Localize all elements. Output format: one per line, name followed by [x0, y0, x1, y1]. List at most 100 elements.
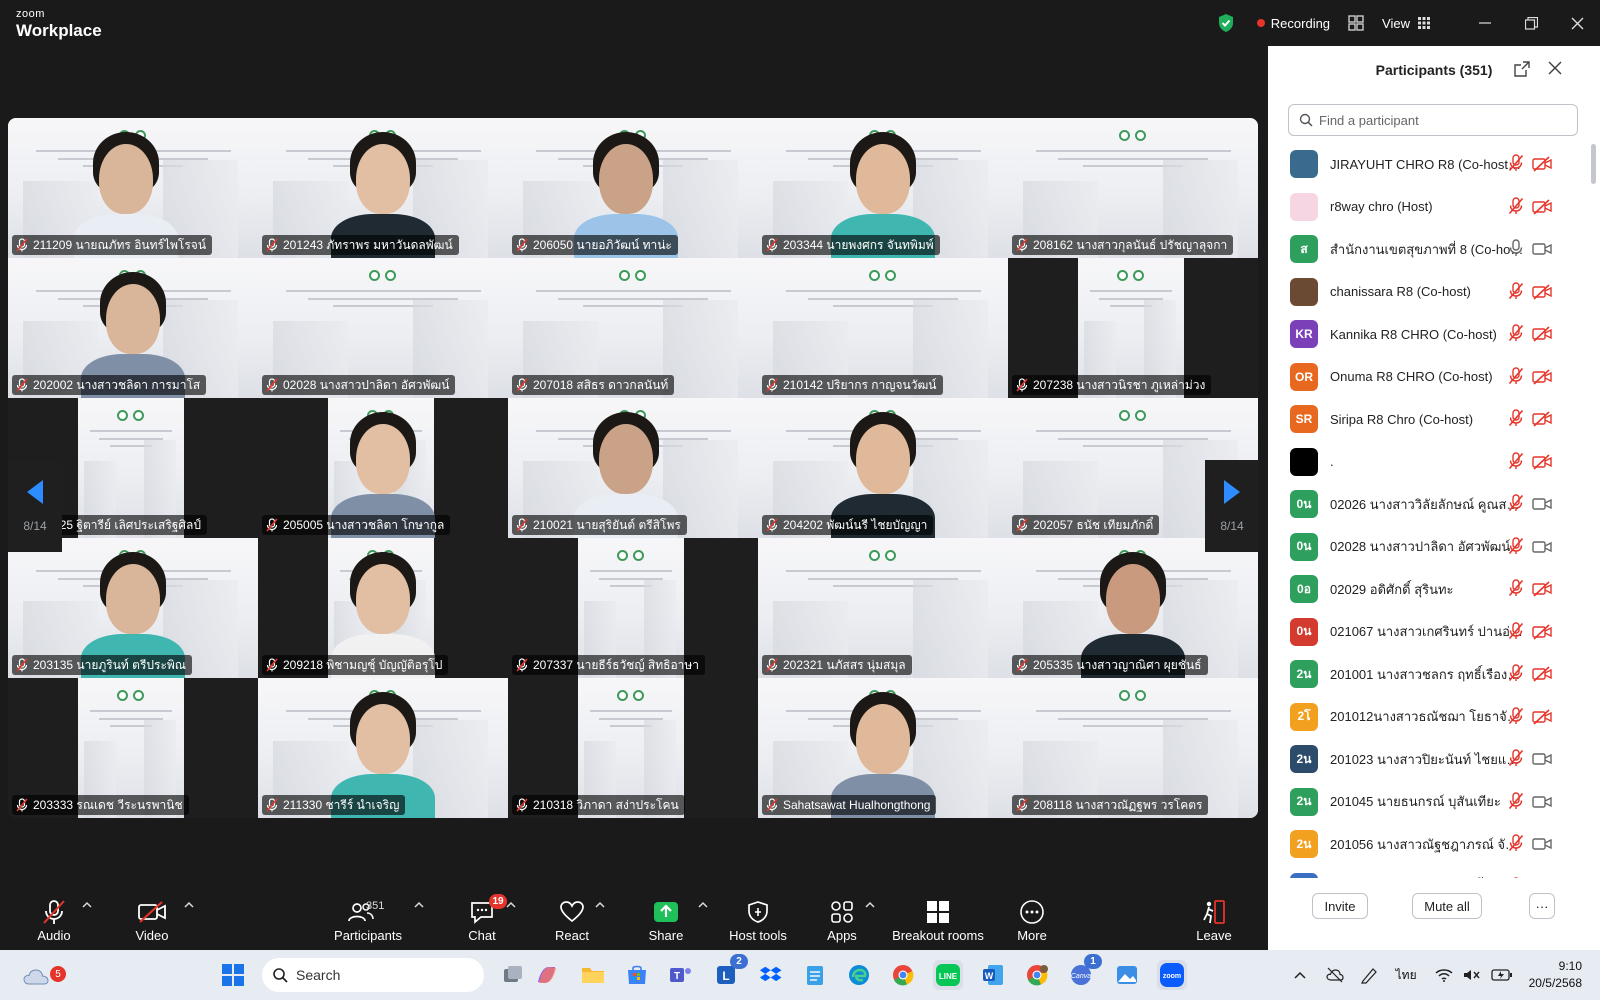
view-button[interactable]: View — [1382, 16, 1430, 31]
line-app[interactable]: LINE — [933, 960, 963, 990]
word-app[interactable]: W — [978, 960, 1008, 990]
recording-indicator[interactable]: Recording — [1256, 16, 1330, 31]
notepad-app[interactable] — [800, 960, 830, 990]
participant-row[interactable]: 2น 201001 นางสาวชลกร ฤทธิ์เรืองนาม — [1268, 653, 1600, 696]
video-tile[interactable]: 205335 นางสาวญาณิศา ผุยชันธ์ — [1008, 538, 1258, 678]
copilot-app[interactable] — [532, 960, 562, 990]
react-options-chevron-icon[interactable] — [595, 901, 605, 909]
participant-mic-status[interactable] — [1508, 664, 1524, 687]
file-explorer-app[interactable] — [578, 960, 608, 990]
video-tile[interactable]: 211209 นายณภัทร อินทร์ไพโรจน์ — [8, 118, 258, 258]
video-tile[interactable]: 207018 สสิธร ดาวกลนันท์ — [508, 258, 758, 398]
participant-row[interactable]: SR Siripa R8 Chro (Co-host) — [1268, 398, 1600, 441]
weather-widget[interactable]: 5 — [18, 960, 66, 990]
participant-row[interactable]: 201089 นางสาวรังสินี ใสเสี้ยว — [1268, 866, 1600, 878]
participant-row[interactable]: r8way chro (Host) — [1268, 186, 1600, 229]
previous-page-button[interactable]: 8/14 — [8, 460, 62, 552]
participant-row[interactable]: KR Kannika R8 CHRO (Co-host) — [1268, 313, 1600, 356]
pen-input-icon[interactable] — [1360, 966, 1380, 984]
zoom-app[interactable]: zoom — [1157, 960, 1187, 990]
participant-mic-status[interactable] — [1508, 749, 1524, 772]
teams-app[interactable]: T — [666, 960, 696, 990]
video-tile[interactable]: 206050 นายอภิวัฒน์ ทาน่ะ — [508, 118, 758, 258]
participant-mic-status[interactable] — [1508, 621, 1524, 645]
participant-mic-status[interactable] — [1508, 324, 1524, 347]
video-tile[interactable]: 210142 ปริยากร กาญจนวัฒน์ — [758, 258, 1008, 398]
video-tile[interactable]: Sahatsawat Hualhongthong — [758, 678, 1008, 818]
tray-overflow-chevron-icon[interactable] — [1294, 971, 1306, 979]
participant-mic-status[interactable] — [1508, 281, 1524, 305]
participant-mic-status[interactable] — [1508, 196, 1524, 220]
battery-charging-icon[interactable] — [1490, 968, 1513, 982]
participants-options-chevron-icon[interactable] — [414, 901, 424, 909]
participant-row[interactable]: 0น 02028 นางสาวปาลิดา อัศวพัฒน์ — [1268, 526, 1600, 569]
photos-app[interactable] — [1112, 960, 1142, 990]
participant-mic-status[interactable] — [1508, 409, 1524, 432]
video-tile[interactable]: 209218 พิชามญชุ์ บัญญัติอรุโป — [258, 538, 508, 678]
video-tile[interactable]: 202002 นางสาวชลิดา การมาโส — [8, 258, 258, 398]
chat-options-chevron-icon[interactable] — [506, 901, 516, 909]
apps-options-chevron-icon[interactable] — [865, 901, 875, 909]
speaker-muted-icon[interactable] — [1463, 968, 1481, 982]
participant-row[interactable]: 0อ 02029 อดิศักดิ์ สุรินทะ — [1268, 568, 1600, 611]
system-clock[interactable]: 9:10 20/5/2568 — [1529, 958, 1582, 992]
video-tile[interactable]: 202321 นภัสสร นุ่มสมุล — [758, 538, 1008, 678]
next-page-button[interactable]: 8/14 — [1205, 460, 1259, 552]
video-tile[interactable]: 211330 ชารีร์ นำเจริญ — [258, 678, 508, 818]
participants-button[interactable]: 351 Participants — [330, 888, 406, 950]
microsoft-store-app[interactable] — [622, 960, 652, 990]
participant-row[interactable]: JIRAYUHT CHRO R8 (Co-host, me) — [1268, 143, 1600, 186]
participant-search-input[interactable] — [1319, 112, 1559, 128]
more-button[interactable]: More — [1010, 888, 1054, 950]
participant-row[interactable]: OR Onuma R8 CHRO (Co-host) — [1268, 356, 1600, 399]
mute-all-button[interactable]: Mute all — [1412, 893, 1482, 919]
participant-mic-status[interactable] — [1508, 239, 1524, 262]
participant-mic-status[interactable] — [1508, 536, 1524, 560]
canva-app[interactable]: Canva 1 — [1066, 954, 1102, 990]
video-tile[interactable]: 207337 นายธีร์ธวัชญ์ สิทธิอาษา — [508, 538, 758, 678]
chat-button[interactable]: 19 Chat — [460, 888, 507, 950]
minimize-button[interactable] — [1462, 0, 1508, 46]
chrome-profile-app[interactable] — [1022, 960, 1052, 990]
video-tile[interactable]: 210021 นายสุริยันต์ ตรีสิโพร — [508, 398, 758, 538]
restore-button[interactable] — [1508, 0, 1554, 46]
video-tile[interactable]: 02028 นางสาวปาลิดา อัศวพัฒน์ — [258, 258, 508, 398]
edge-app[interactable] — [844, 960, 874, 990]
video-options-chevron-icon[interactable] — [184, 901, 194, 909]
video-tile[interactable]: 210318 วิภาดา สง่าประโคน — [508, 678, 758, 818]
video-tile[interactable]: 204202 พัฒน์นรี ไชยบัญญา — [758, 398, 1008, 538]
cloud-off-icon[interactable] — [1326, 967, 1344, 983]
close-panel-icon[interactable] — [1548, 61, 1562, 75]
participant-row[interactable]: 2น 201056 นางสาวณัฐชฎาภรณ์ จันหยุ... — [1268, 823, 1600, 866]
video-button[interactable]: Video — [130, 888, 174, 950]
participant-search[interactable] — [1288, 104, 1578, 136]
participant-row[interactable]: ส สำนักงานเขตสุขภาพที่ 8 (Co-host) — [1268, 228, 1600, 271]
video-tile[interactable]: 201243 ภัทราพร มหาวันดลพัฒน์ — [258, 118, 508, 258]
participant-mic-status[interactable] — [1508, 494, 1524, 517]
apps-button[interactable]: Apps — [820, 888, 864, 950]
invite-button[interactable]: Invite — [1312, 893, 1368, 919]
shield-check-icon[interactable] — [1217, 13, 1235, 33]
video-tile[interactable]: 203344 นายพงศกร จันทพิมพ์ — [758, 118, 1008, 258]
participant-mic-status[interactable] — [1508, 791, 1524, 815]
participant-row[interactable]: 0น 02026 นางสาววิลัยลักษณ์ คูณสวัสดิ... — [1268, 483, 1600, 526]
host-tools-button[interactable]: Host tools — [722, 888, 794, 950]
taskbar-search[interactable]: Search — [262, 958, 484, 992]
participant-mic-status[interactable] — [1508, 366, 1524, 390]
video-tile[interactable]: 203333 รณเดช วีระนรพานิช — [8, 678, 258, 818]
input-language-indicator[interactable]: ไทย — [1396, 966, 1417, 985]
dropbox-app[interactable] — [756, 960, 786, 990]
participant-mic-status[interactable] — [1508, 579, 1524, 602]
video-tile[interactable]: 205005 นางสาวชลิตา โกษากูล — [258, 398, 508, 538]
participant-row[interactable]: chanissara R8 (Co-host) — [1268, 271, 1600, 314]
participant-row[interactable]: . — [1268, 441, 1600, 484]
share-options-chevron-icon[interactable] — [698, 901, 708, 909]
wifi-icon[interactable] — [1435, 968, 1453, 982]
close-window-button[interactable] — [1554, 0, 1600, 46]
video-tile[interactable]: 208118 นางสาวณัฏฐพร วรโคตร — [1008, 678, 1258, 818]
video-tile[interactable]: 207238 นางสาวนิรชา ภูเหล่าม่วง — [1008, 258, 1258, 398]
participant-row[interactable]: 2โ 201012นางสาวธณัชฌา โยธาจันทร์ — [1268, 696, 1600, 739]
share-button[interactable]: Share — [644, 888, 688, 950]
teams-l-app[interactable]: L2 — [712, 954, 748, 990]
audio-button[interactable]: Audio — [34, 888, 74, 950]
